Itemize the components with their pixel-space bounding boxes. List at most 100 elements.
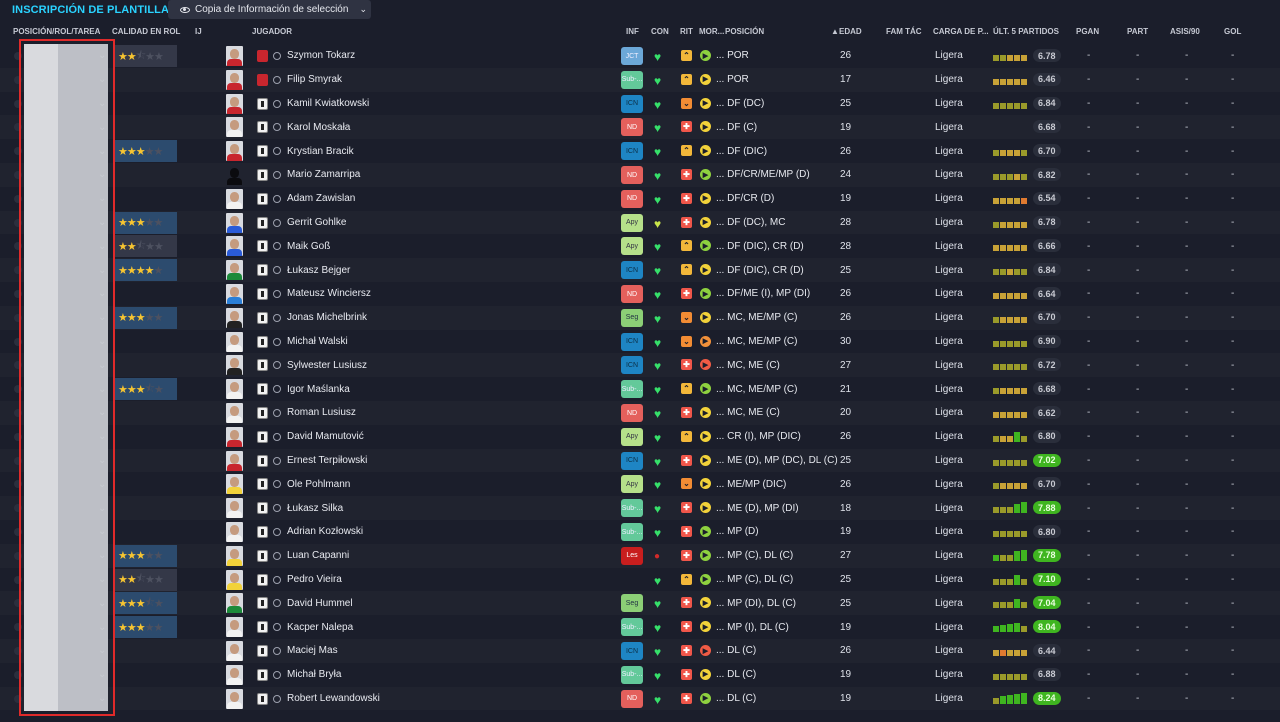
col-ij[interactable]: IJ [195,27,202,36]
info-badge: Seg [621,308,643,327]
player-name[interactable]: Michał Bryła [287,663,341,687]
player-name[interactable]: David Mamutović [287,425,364,449]
col-edad[interactable]: EDAD [839,27,862,36]
player-name[interactable]: Maik Goß [287,234,330,258]
table-row[interactable]: ⌄Łukasz SilkaSub-...♥✚▶... ME (D), MP (D… [0,496,1280,520]
col-fam-tac[interactable]: FAM TÁC [886,27,922,36]
table-row[interactable]: ⌄Ole PohlmannApy♥⌄▶... ME/MP (DIC)26Lige… [0,472,1280,496]
player-name[interactable]: Łukasz Silka [287,496,343,520]
stat-value: - [1087,288,1091,300]
table-row[interactable]: ⌄Mateusz WincierszND♥✚▶... DF/ME (I), MP… [0,282,1280,306]
player-position: ... DF/CR (D) [716,193,775,205]
table-row[interactable]: ⌄Michał BryłaSub-...♥✚▶... DL (C)19Liger… [0,663,1280,687]
col-asis[interactable]: ASIS/90 [1170,27,1200,36]
table-row[interactable]: ⌄★★★★★Luan CapanniLes●✚▶... MP (C), DL (… [0,543,1280,568]
player-age: 28 [840,216,852,228]
condition-heart-icon: ♥ [654,335,662,350]
table-row[interactable]: ⌄Adam ZawislanND♥✚▶... DF/CR (D)19Ligera… [0,187,1280,211]
col-rit[interactable]: RIT [680,27,693,36]
player-name[interactable]: Gerrit Gohlke [287,211,346,235]
player-name[interactable]: Kamil Kwiatkowski [287,92,369,116]
col-calidad[interactable]: CALIDAD EN ROL [112,27,180,36]
col-carga[interactable]: CARGA DE P... [933,27,989,36]
player-name[interactable]: Maciej Mas [287,639,338,663]
match-sharpness-icon: ✚ [681,549,692,561]
form-bar [1014,459,1020,466]
player-name[interactable]: Michał Walski [287,330,348,354]
table-row[interactable]: ⌄★★⯪★★Maik GoßApy♥⌃▶... DF (DIC), CR (D)… [0,234,1280,258]
table-row[interactable]: ⌄★★⯪★★Pedro Vieira♥⌃▶... MP (C), DL (C)2… [0,568,1280,592]
table-row[interactable]: ⌄★★★★★Gerrit GohlkeApy♥✚▶... DF (DC), MC… [0,210,1280,235]
player-name[interactable]: Igor Maślanka [287,377,350,401]
table-row[interactable]: ⌄Sylwester LusiuszICN♥✚▶... MC, ME (C)27… [0,353,1280,378]
player-name[interactable]: Filip Smyrak [287,68,342,92]
form-bar [993,602,999,609]
col-pos-rol[interactable]: POSICIÓN/ROL/TAREA [13,27,100,36]
star-icon: ★ [153,550,164,563]
star-icon: ★ [153,264,164,277]
stat-value: - [1231,240,1235,252]
stat-value: - [1185,621,1189,633]
player-name[interactable]: David Hummel [287,591,353,615]
table-row[interactable]: ⌄★★★★★Krystian BracikICN♥⌃▶... DF (DIC)2… [0,139,1280,163]
copy-selection-button[interactable]: Copia de Información de selección ⌄ [168,0,371,19]
table-row[interactable]: ⌄★★★★★Kacper NalepaSub-...♥✚▶... MP (I),… [0,615,1280,639]
table-row[interactable]: ⌄★★★★★Jonas MichelbrinkSeg♥⌄▶... MC, ME/… [0,305,1280,330]
stat-value: - [1087,550,1091,562]
table-row[interactable]: ⌄Karol MoskałaND♥✚▶... DF (C)19Ligera6.6… [0,115,1280,140]
player-name[interactable]: Kacper Nalepa [287,615,353,639]
col-ult5[interactable]: ÚLT. 5 PARTIDOS [993,27,1059,36]
col-posicion[interactable]: POSICIÓN [725,27,764,36]
form-bar [993,364,999,371]
star-icon: ★ [135,621,146,634]
match-sharpness-icon: ✚ [681,454,692,466]
player-name[interactable]: Luan Capanni [287,544,349,568]
player-name[interactable]: Karol Moskała [287,115,350,139]
col-pgan[interactable]: PGAN [1076,27,1099,36]
star-icon: ⯪ [135,239,146,252]
player-name[interactable]: Mateusz Winciersz [287,282,371,306]
player-name[interactable]: Robert Lewandowski [287,687,380,711]
table-row[interactable]: ⌄Robert LewandowskiND♥✚▶... DL (C)19Lige… [0,686,1280,711]
table-row[interactable]: ⌄★★★⯪★Igor MaślankaSub-...♥⌃▶... MC, ME/… [0,377,1280,401]
form-bar [1007,78,1013,85]
player-name[interactable]: Pedro Vieira [287,568,342,592]
player-name[interactable]: Szymon Tokarz [287,44,355,68]
player-name[interactable]: Jonas Michelbrink [287,306,367,330]
table-row[interactable]: ⌄Filip SmyrakSub-...♥⌃▶... POR17Ligera6.… [0,67,1280,92]
player-name[interactable]: Adrian Kozłowski [287,520,363,544]
table-row[interactable]: ⌄Mario ZamarripaND♥✚▶... DF/CR/ME/MP (D)… [0,163,1280,187]
col-gol[interactable]: GOL [1224,27,1241,36]
col-mor[interactable]: MOR... [699,27,724,36]
table-row[interactable]: ⌄Maciej MasICN♥✚▶... DL (C)26Ligera6.44-… [0,639,1280,663]
player-name[interactable]: Ernest Terpiłowski [287,449,367,473]
table-row[interactable]: ⌄★★★⯪★David HummelSeg♥✚▶... MP (DI), DL … [0,591,1280,616]
player-name[interactable]: Ole Pohlmann [287,472,350,496]
form-bar [1014,293,1020,299]
col-jugador[interactable]: JUGADOR [252,27,292,36]
col-con[interactable]: CON [651,27,669,36]
table-row[interactable]: ⌄Roman LusiuszND♥✚▶... MC, ME (C)20Liger… [0,401,1280,425]
table-row[interactable]: ⌄Michał WalskiICN♥⌄▶... MC, ME/MP (C)30L… [0,330,1280,354]
table-row[interactable]: ⌄★★⯪★★Szymon TokarzJCT♥⌃▶... POR26Ligera… [0,44,1280,68]
table-row[interactable]: ⌄Ernest TerpiłowskiICN♥✚▶... ME (D), MP … [0,448,1280,473]
col-inf[interactable]: INF [626,27,639,36]
player-name[interactable]: Krystian Bracik [287,139,354,163]
player-position: ... MP (C), DL (C) [716,573,794,585]
player-name[interactable]: Sylwester Lusiusz [287,353,367,377]
player-name[interactable]: Łukasz Bejger [287,258,350,282]
form-bar [1021,293,1027,299]
star-icon: ★ [118,383,128,396]
table-row[interactable]: ⌄Kamil KwiatkowskiICN♥⌄▶... DF (DC)25Lig… [0,92,1280,116]
table-row[interactable]: ⌄Adrian KozłowskiSub-...♥✚▶... MP (D)19L… [0,520,1280,544]
stat-value: - [1087,312,1091,324]
stat-value: - [1231,145,1235,157]
form-bar [1000,221,1006,228]
player-load: Ligera [935,312,963,324]
player-name[interactable]: Roman Lusiusz [287,401,356,425]
table-row[interactable]: ⌄David MamutovićApy♥⌃▶... CR (I), MP (DI… [0,425,1280,449]
col-part[interactable]: PART [1127,27,1148,36]
player-name[interactable]: Mario Zamarripa [287,163,360,187]
player-name[interactable]: Adam Zawislan [287,187,355,211]
table-row[interactable]: ⌄★★★★★Łukasz BejgerICN♥⌃▶... DF (DIC), C… [0,258,1280,282]
